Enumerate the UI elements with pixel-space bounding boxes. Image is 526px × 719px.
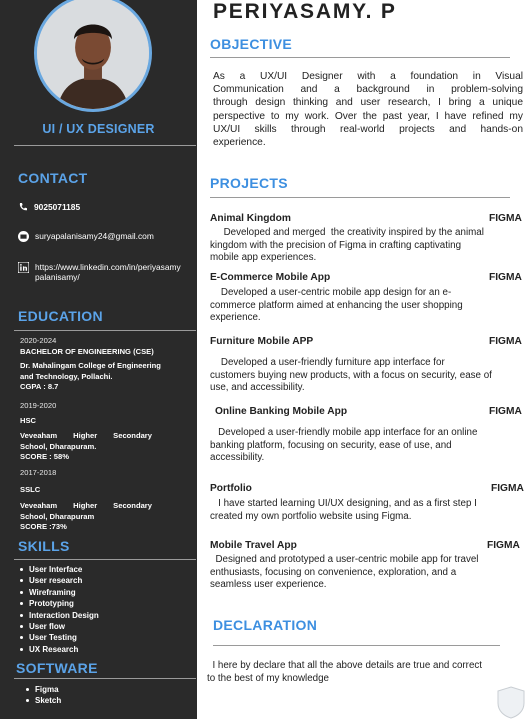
- objective-line: As a UX/UI Designer with a foundation in…: [213, 71, 523, 82]
- project-tool: FIGMA: [489, 336, 522, 347]
- profile-photo-image: [37, 0, 149, 109]
- skill-item: User Testing: [20, 632, 99, 643]
- project-description: Developed and merged the creativity insp…: [210, 227, 484, 264]
- education-institution: Veveaham Higher Secondary: [20, 501, 152, 510]
- skill-item: Wireframing: [20, 587, 99, 598]
- phone-icon: [19, 203, 27, 211]
- education-heading: EDUCATION: [18, 308, 103, 324]
- linkedin-url-line1: https://www.linkedin.com/in/periyasamy: [35, 262, 181, 272]
- objective-line: through design thinking and user researc…: [213, 97, 523, 109]
- education-institution: School, Dharapuram: [20, 511, 95, 521]
- software-heading: SOFTWARE: [16, 660, 98, 676]
- phone-item: 9025071185: [18, 202, 80, 212]
- objective-line: experience.: [213, 137, 266, 149]
- projects-heading: PROJECTS: [210, 175, 288, 191]
- education-institution: School, Dharapuram.: [20, 441, 97, 451]
- profile-photo: [34, 0, 152, 112]
- education-degree: SSLC: [20, 484, 41, 494]
- skill-item: User Interface: [20, 564, 99, 575]
- main-content: PERIYASAMY. P OBJECTIVE As a UX/UI Desig…: [197, 0, 526, 719]
- education-institution: Dr. Mahalingam College of Engineering: [20, 361, 161, 370]
- skill-item: Prototyping: [20, 598, 99, 609]
- skill-item: User research: [20, 575, 99, 586]
- project-title: Online Banking Mobile App: [215, 406, 348, 417]
- project-title: E-Commerce Mobile App: [210, 272, 331, 283]
- linkedin-icon: [18, 262, 29, 273]
- project-tool: FIGMA: [489, 272, 522, 283]
- objective-line: perspective to my work. Over the past ye…: [213, 110, 523, 122]
- declaration-line: to the best of my knowledge: [207, 672, 329, 684]
- declaration-heading: DECLARATION: [213, 617, 318, 633]
- project-description: Developed a user-friendly mobile app int…: [210, 427, 478, 464]
- project-tool: FIGMA: [489, 213, 522, 224]
- objective-line: UX/UI skills through real-world projects…: [213, 123, 523, 135]
- divider: [14, 559, 196, 560]
- objective-text: As a UX/UI Designer with a foundation in…: [213, 70, 523, 149]
- skills-list: User Interface User research Wireframing…: [20, 564, 99, 655]
- education-score: SCORE : 58%: [20, 452, 69, 461]
- job-title: UI / UX DESIGNER: [42, 122, 155, 136]
- project-description: I have started learning UI/UX designing,…: [210, 498, 477, 522]
- project-title: Mobile Travel App: [210, 540, 297, 551]
- objective-line: Communication and a background in proble…: [213, 84, 523, 96]
- education-year: 2017-2018: [20, 468, 57, 477]
- project-title: Animal Kingdom: [210, 213, 291, 224]
- project-description: Designed and prototyped a user-centric m…: [210, 554, 479, 591]
- linkedin-item: https://www.linkedin.com/in/periyasamy pa…: [18, 262, 181, 282]
- software-item: Sketch: [26, 695, 61, 706]
- education-year: 2020-2024: [20, 336, 57, 345]
- email-item: suryapalanisamy24@gmail.com: [18, 231, 154, 242]
- divider: [14, 145, 196, 146]
- education-entry: 2019-2020 HSC Veveaham Higher Secondary …: [20, 401, 152, 463]
- divider: [14, 330, 196, 331]
- education-score: CGPA : 8.7: [20, 382, 59, 391]
- objective-heading: OBJECTIVE: [210, 36, 293, 52]
- divider: [210, 57, 510, 58]
- skill-item: UX Research: [20, 644, 99, 655]
- software-item: Figma: [26, 684, 61, 695]
- project-tool: FIGMA: [487, 540, 520, 551]
- email-icon: [18, 231, 29, 242]
- linkedin-url-line2: palanisamy/: [35, 272, 80, 282]
- declaration-line: I here by declare that all the above det…: [207, 660, 483, 671]
- education-year: 2019-2020: [20, 401, 57, 410]
- skill-item: User flow: [20, 621, 99, 632]
- education-institution: and Technology, Pollachi.: [20, 371, 113, 381]
- education-institution: Veveaham Higher Secondary: [20, 431, 152, 440]
- divider: [14, 678, 196, 679]
- project-tool: FIGMA: [489, 406, 522, 417]
- page-corner-shield-icon: [497, 686, 525, 719]
- skills-heading: SKILLS: [18, 538, 70, 554]
- linkedin-url[interactable]: https://www.linkedin.com/in/periyasamy pa…: [35, 262, 181, 282]
- divider: [210, 197, 510, 198]
- contact-heading: CONTACT: [18, 170, 88, 186]
- declaration-text: I here by declare that all the above det…: [207, 660, 522, 685]
- phone-number: 9025071185: [34, 202, 81, 212]
- education-score: SCORE :73%: [20, 522, 67, 531]
- education-degree: BACHELOR OF ENGINEERING (CSE): [20, 346, 154, 356]
- education-entry: 2020-2024 BACHELOR OF ENGINEERING (CSE) …: [20, 336, 161, 393]
- project-title: Furniture Mobile APP: [210, 336, 314, 347]
- project-description: Developed a user-friendly furniture app …: [210, 357, 492, 394]
- skill-item: Interaction Design: [20, 610, 99, 621]
- candidate-name: PERIYASAMY. P: [213, 0, 397, 23]
- email-address[interactable]: suryapalanisamy24@gmail.com: [35, 231, 154, 241]
- project-description: Developed a user-centric mobile app desi…: [210, 287, 463, 324]
- education-degree: HSC: [20, 415, 37, 425]
- education-entry: 2017-2018 SSLC Veveaham Higher Secondary…: [20, 468, 152, 533]
- sidebar: UI / UX DESIGNER CONTACT 9025071185 sury…: [0, 0, 197, 719]
- software-list: Figma Sketch: [26, 684, 61, 707]
- divider: [213, 645, 500, 646]
- project-title: Portfolio: [210, 483, 252, 494]
- project-tool: FIGMA: [491, 483, 524, 494]
